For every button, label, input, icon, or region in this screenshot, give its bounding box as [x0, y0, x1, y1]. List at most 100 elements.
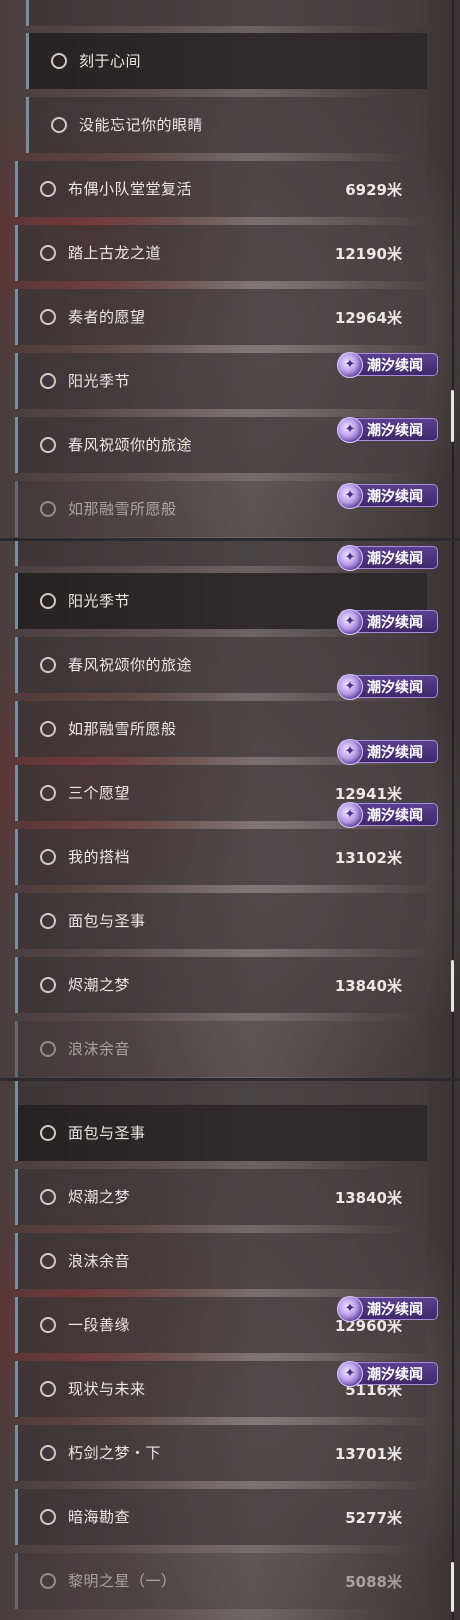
quest-list-panel-1: 刻于心间 没能忘记你的眼睛 布偶小队堂堂复活 6929米 踏上古龙之道 1219… [0, 0, 460, 540]
quest-distance: 5277米 [345, 1509, 402, 1527]
quest-title: 阳光季节 [68, 592, 131, 610]
tide-continuation-tag: ✦ 潮汐续闻 [337, 351, 438, 378]
radio-icon[interactable] [40, 437, 56, 453]
quest-row[interactable]: 我的搭档 13102米 [15, 829, 427, 885]
quest-title: 烬潮之梦 [68, 1188, 131, 1206]
radio-icon[interactable] [40, 977, 56, 993]
tide-continuation-tag: ✦ 潮汐续闻 [337, 801, 438, 828]
quest-title: 布偶小队堂堂复活 [68, 180, 193, 198]
radio-icon[interactable] [40, 1445, 56, 1461]
tide-emblem-icon: ✦ [337, 608, 363, 635]
quest-title: 浪沫余音 [68, 1040, 131, 1058]
quest-title: 没能忘记你的眼睛 [79, 116, 204, 134]
radio-icon[interactable] [40, 657, 56, 673]
tag-label: 潮汐续闻 [367, 614, 423, 631]
quest-row[interactable] [15, 1080, 427, 1106]
radio-icon[interactable] [40, 849, 56, 865]
quest-row[interactable] [26, 0, 427, 26]
quest-row[interactable]: 踏上古龙之道 12190米 [15, 225, 427, 281]
quest-title: 黎明之星（一） [68, 1572, 177, 1590]
quest-title: 如那融雪所愿般 [68, 500, 177, 518]
radio-icon[interactable] [40, 181, 56, 197]
panel-divider [0, 538, 460, 541]
tag-label: 潮汐续闻 [367, 807, 423, 824]
quest-title: 春风祝颂你的旅途 [68, 436, 193, 454]
quest-title: 奏者的愿望 [68, 308, 146, 326]
tide-continuation-tag: ✦ 潮汐续闻 [337, 673, 438, 700]
quest-distance: 13840米 [334, 977, 402, 995]
quest-title: 现状与未来 [68, 1380, 146, 1398]
radio-icon[interactable] [40, 373, 56, 389]
radio-icon[interactable] [40, 1189, 56, 1205]
quest-row[interactable]: 面包与圣事 [15, 1105, 427, 1161]
radio-icon[interactable] [40, 501, 56, 517]
radio-icon[interactable] [51, 117, 67, 133]
quest-title: 一段善缘 [68, 1316, 131, 1334]
panel-divider [0, 1078, 460, 1081]
tide-emblem-icon: ✦ [337, 416, 363, 443]
tag-label: 潮汐续闻 [367, 679, 423, 696]
quest-row[interactable]: 面包与圣事 [15, 893, 427, 949]
radio-icon[interactable] [40, 1125, 56, 1141]
quest-title: 朽剑之梦・下 [68, 1444, 162, 1462]
tide-emblem-icon: ✦ [337, 351, 363, 378]
quest-row[interactable]: 没能忘记你的眼睛 [26, 97, 427, 153]
quest-title: 春风祝颂你的旅途 [68, 656, 193, 674]
quest-title: 踏上古龙之道 [68, 244, 162, 262]
tag-label: 潮汐续闻 [367, 357, 423, 374]
tag-label: 潮汐续闻 [367, 744, 423, 761]
quest-title: 三个愿望 [68, 784, 131, 802]
radio-icon[interactable] [40, 593, 56, 609]
tide-emblem-icon: ✦ [337, 738, 363, 765]
quest-row[interactable]: 朽剑之梦・下 13701米 [15, 1425, 427, 1481]
radio-icon[interactable] [40, 1381, 56, 1397]
quest-row[interactable]: 奏者的愿望 12964米 [15, 289, 427, 345]
quest-row[interactable]: 黎明之星（一） 5088米 [15, 1553, 427, 1609]
quest-list-panel-2: 阳光季节 春风祝颂你的旅途 如那融雪所愿般 三个愿望 12941米 我的搭档 1… [0, 540, 460, 1080]
quest-title: 我的搭档 [68, 848, 131, 866]
quest-title: 暗海勘查 [68, 1508, 131, 1526]
tide-continuation-tag: ✦ 潮汐续闻 [337, 544, 438, 571]
quest-row[interactable]: 布偶小队堂堂复活 6929米 [15, 161, 427, 217]
scrollbar-thumb[interactable] [451, 960, 454, 1012]
quest-row[interactable]: 刻于心间 [26, 33, 427, 89]
quest-row[interactable]: 浪沫余音 [15, 1021, 427, 1077]
tag-label: 潮汐续闻 [367, 1366, 423, 1383]
radio-icon[interactable] [40, 913, 56, 929]
quest-distance: 12964米 [334, 309, 402, 327]
radio-icon[interactable] [40, 1573, 56, 1589]
quest-title: 阳光季节 [68, 372, 131, 390]
tag-label: 潮汐续闻 [367, 550, 423, 567]
quest-list-panel-3: 面包与圣事 烬潮之梦 13840米 浪沫余音 一段善缘 12960米 现状与未来… [0, 1080, 460, 1620]
tide-emblem-icon: ✦ [337, 1360, 363, 1387]
radio-icon[interactable] [40, 721, 56, 737]
quest-row[interactable]: 烬潮之梦 13840米 [15, 1169, 427, 1225]
radio-icon[interactable] [40, 245, 56, 261]
quest-title: 刻于心间 [79, 52, 142, 70]
radio-icon[interactable] [51, 53, 67, 69]
radio-icon[interactable] [40, 1317, 56, 1333]
tide-continuation-tag: ✦ 潮汐续闻 [337, 416, 438, 443]
radio-icon[interactable] [40, 1253, 56, 1269]
scrollbar-thumb[interactable] [451, 1562, 454, 1612]
quest-distance: 6929米 [345, 181, 402, 199]
quest-title: 如那融雪所愿般 [68, 720, 177, 738]
quest-row[interactable]: 浪沫余音 [15, 1233, 427, 1289]
tide-continuation-tag: ✦ 潮汐续闻 [337, 738, 438, 765]
tide-continuation-tag: ✦ 潮汐续闻 [337, 482, 438, 509]
quest-distance: 13840米 [334, 1189, 402, 1207]
radio-icon[interactable] [40, 1509, 56, 1525]
quest-distance: 13701米 [334, 1445, 402, 1463]
quest-row[interactable]: 烬潮之梦 13840米 [15, 957, 427, 1013]
radio-icon[interactable] [40, 785, 56, 801]
scrollbar-thumb[interactable] [451, 390, 454, 442]
quest-row[interactable]: 暗海勘查 5277米 [15, 1489, 427, 1545]
tag-label: 潮汐续闻 [367, 422, 423, 439]
quest-title: 浪沫余音 [68, 1252, 131, 1270]
radio-icon[interactable] [40, 1041, 56, 1057]
radio-icon[interactable] [40, 309, 56, 325]
quest-title: 烬潮之梦 [68, 976, 131, 994]
tide-continuation-tag: ✦ 潮汐续闻 [337, 1295, 438, 1322]
quest-distance: 12941米 [334, 785, 402, 803]
tide-continuation-tag: ✦ 潮汐续闻 [337, 608, 438, 635]
